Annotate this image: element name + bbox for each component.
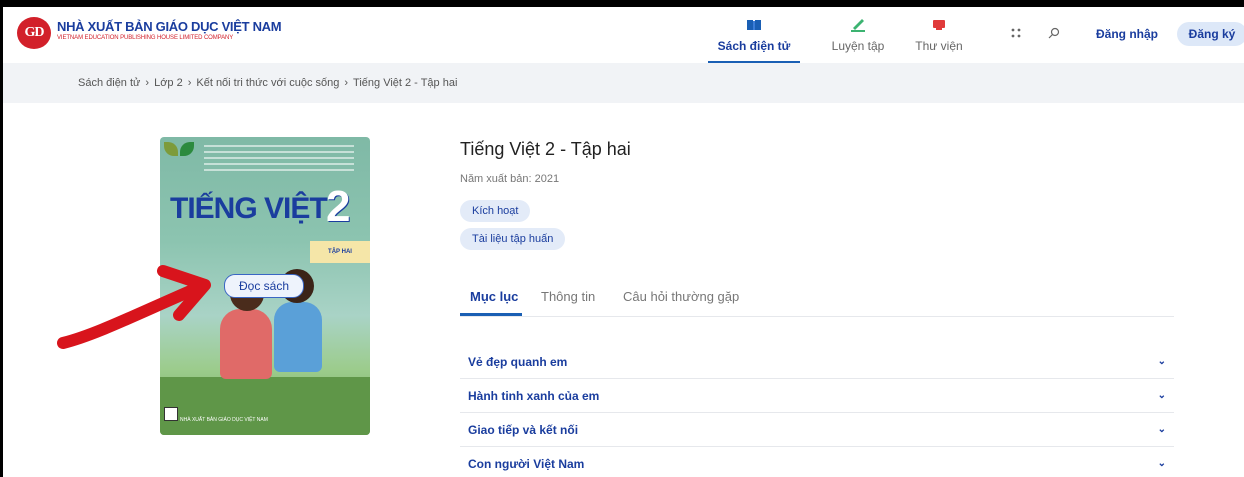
girl-illustration — [220, 309, 272, 379]
toc-item[interactable]: Con người Việt Nam ⌄ — [460, 447, 1174, 477]
breadcrumb-item[interactable]: Lớp 2 — [154, 77, 183, 89]
publish-year: Năm xuất bản: 2021 — [460, 173, 560, 185]
pencil-icon — [850, 18, 866, 32]
red-arrow-annotation — [57, 265, 211, 349]
breadcrumb: Sách điện tử › Lớp 2 › Kết nối tri thức … — [78, 77, 457, 89]
cover-authors — [204, 145, 354, 175]
toc-item-label: Giao tiếp và kết nối — [468, 422, 579, 437]
breadcrumb-current: Tiếng Việt 2 - Tập hai — [353, 77, 458, 89]
toc-item-label: Hành tinh xanh của em — [468, 388, 600, 403]
table-of-contents: Vẻ đẹp quanh em ⌄ Hành tinh xanh của em … — [460, 345, 1174, 477]
search-icon[interactable] — [1048, 26, 1060, 42]
nav-library[interactable]: Thư viện — [907, 7, 971, 63]
book-title: Tiếng Việt 2 - Tập hai — [460, 139, 631, 159]
training-docs-button[interactable]: Tài liệu tập huấn — [460, 228, 566, 250]
login-link[interactable]: Đăng nhập — [1096, 27, 1158, 41]
active-tab-indicator — [460, 313, 522, 316]
chevron-right-icon: › — [187, 77, 192, 89]
logo-subtitle: VIETNAM EDUCATION PUBLISHING HOUSE LIMIT… — [57, 35, 234, 41]
cover-publisher: NHÀ XUẤT BẢN GIÁO DỤC VIỆT NAM — [180, 417, 268, 423]
chevron-down-icon[interactable]: ⌄ — [1158, 356, 1166, 367]
activate-button[interactable]: Kích hoạt — [460, 200, 531, 222]
nav-practice[interactable]: Luyện tập — [825, 7, 891, 63]
tab-info[interactable]: Thông tin — [541, 289, 595, 304]
boy-illustration — [274, 302, 322, 372]
chevron-right-icon: › — [344, 77, 349, 89]
book-icon — [746, 18, 762, 32]
qr-code-icon — [164, 407, 178, 421]
leaf-logo-icon — [180, 142, 194, 156]
cover-ground — [160, 377, 370, 435]
cover-volume: TẬP HAI — [310, 241, 370, 263]
chevron-down-icon[interactable]: ⌄ — [1158, 390, 1166, 401]
nav-ebooks-label: Sách điện tử — [717, 39, 791, 53]
nav-practice-label: Luyện tập — [831, 39, 885, 53]
toc-item[interactable]: Giao tiếp và kết nối ⌄ — [460, 413, 1174, 447]
apps-icon[interactable] — [1010, 26, 1022, 42]
chevron-right-icon: › — [145, 77, 150, 89]
nav-library-label: Thư viện — [915, 39, 963, 53]
cover-number: 2 — [326, 182, 351, 231]
breadcrumb-item[interactable]: Kết nối tri thức với cuộc sống — [196, 77, 339, 89]
logo-title: NHÀ XUẤT BẢN GIÁO DỤC VIỆT NAM — [57, 19, 282, 34]
top-header: GD NHÀ XUẤT BẢN GIÁO DỤC VIỆT NAM VIETNA… — [3, 7, 1244, 63]
browser-viewport: GD NHÀ XUẤT BẢN GIÁO DỤC VIỆT NAM VIETNA… — [3, 7, 1244, 477]
publisher-logo[interactable]: GD NHÀ XUẤT BẢN GIÁO DỤC VIỆT NAM VIETNA… — [17, 17, 282, 49]
cover-title: TIẾNG VIỆT — [170, 192, 328, 225]
chevron-down-icon[interactable]: ⌄ — [1158, 458, 1166, 469]
toc-item-label: Con người Việt Nam — [468, 456, 585, 471]
nav-ebooks[interactable]: Sách điện tử — [708, 7, 800, 63]
library-icon — [932, 18, 946, 32]
breadcrumb-item[interactable]: Sách điện tử — [78, 77, 140, 89]
logo-mark-icon: GD — [17, 17, 51, 49]
tab-contents[interactable]: Mục lục — [470, 289, 518, 304]
read-book-button[interactable]: Đọc sách — [224, 274, 304, 298]
register-button[interactable]: Đăng ký — [1177, 22, 1244, 46]
leaf-logo-icon — [164, 142, 178, 156]
chevron-down-icon[interactable]: ⌄ — [1158, 424, 1166, 435]
toc-item-label: Vẻ đẹp quanh em — [468, 354, 568, 369]
tab-faq[interactable]: Câu hỏi thường gặp — [623, 289, 739, 304]
book-tabs: Mục lục Thông tin Câu hỏi thường gặp — [460, 282, 1174, 317]
breadcrumb-bar: Sách điện tử › Lớp 2 › Kết nối tri thức … — [3, 63, 1244, 103]
toc-item[interactable]: Hành tinh xanh của em ⌄ — [460, 379, 1174, 413]
toc-item[interactable]: Vẻ đẹp quanh em ⌄ — [460, 345, 1174, 379]
